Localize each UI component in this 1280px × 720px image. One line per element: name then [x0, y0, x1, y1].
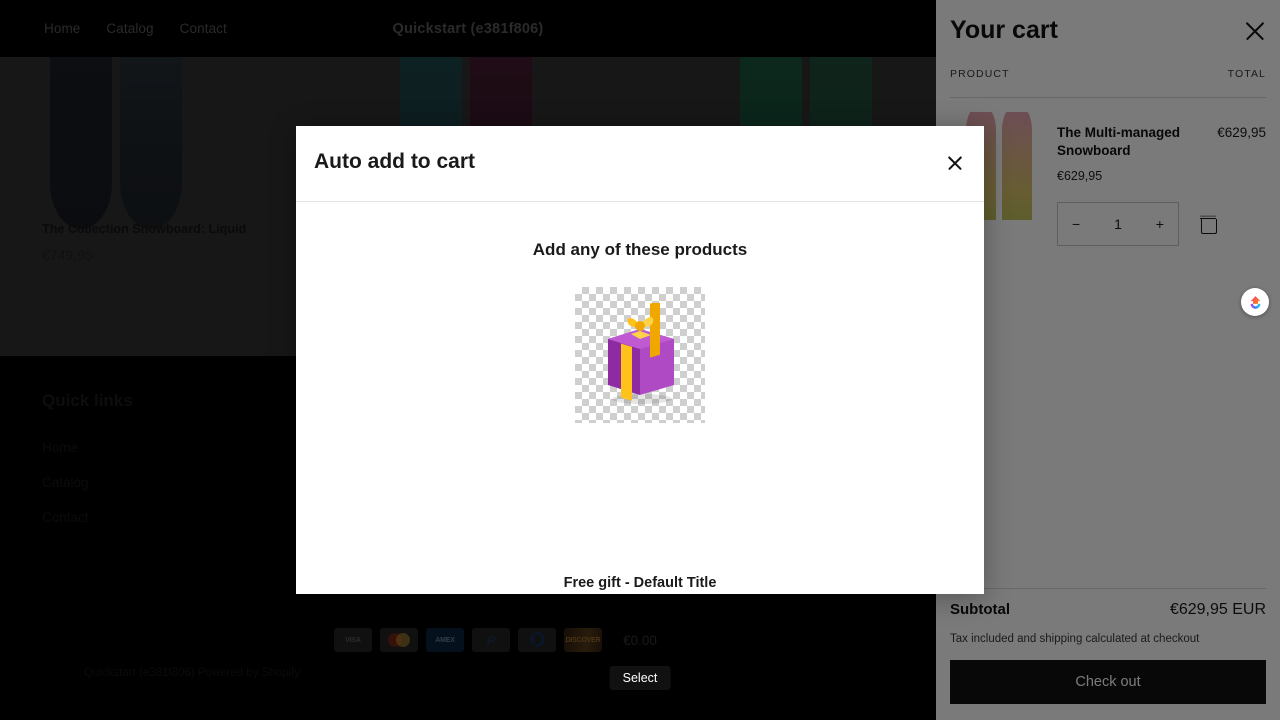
quantity-decrease-button[interactable]: − [1072, 216, 1080, 232]
modal-close-button[interactable] [942, 150, 968, 176]
cart-item-unit-price: €629,95 [1057, 169, 1103, 183]
quantity-stepper[interactable]: − 1 + [1057, 202, 1179, 246]
close-icon [1243, 19, 1267, 43]
gift-product-name: Free gift - Default Title [563, 575, 717, 591]
subtotal-value: €629,95 EUR [1169, 601, 1266, 618]
quantity-value[interactable]: 1 [1114, 216, 1122, 232]
subtotal-label: Subtotal [950, 601, 1010, 618]
app-launcher-badge[interactable] [1241, 288, 1269, 316]
cart-close-button[interactable] [1240, 16, 1270, 46]
cart-item-line-total: €629,95 [1217, 125, 1266, 140]
trash-icon[interactable] [1200, 216, 1217, 234]
cart-drawer: Your cart PRODUCT TOTAL The Multi-manage… [936, 0, 1280, 720]
gift-product-price: €0.00 [623, 633, 657, 648]
cart-item-name[interactable]: The Multi-managed Snowboard [1057, 124, 1197, 160]
checkout-button[interactable]: Check out [950, 660, 1266, 704]
cart-title: Your cart [950, 16, 1058, 44]
auto-add-to-cart-modal: Auto add to cart Add any of these produc… [296, 126, 984, 690]
cart-column-headers: PRODUCT TOTAL [950, 68, 1266, 80]
quantity-increase-button[interactable]: + [1156, 216, 1164, 232]
close-icon [946, 154, 964, 172]
modal-title: Auto add to cart [314, 150, 475, 173]
modal-subtitle: Add any of these products [532, 240, 748, 259]
gift-box-icon [608, 303, 674, 404]
tax-note: Tax included and shipping calculated at … [950, 633, 1200, 645]
select-gift-button[interactable]: Select [609, 666, 671, 690]
modal-header: Auto add to cart [296, 126, 984, 202]
cart-col-total: TOTAL [1227, 68, 1266, 80]
cart-footer-divider [950, 588, 1266, 589]
app-logo-icon [1250, 295, 1260, 309]
cart-divider [950, 97, 1266, 98]
cart-subtotal-row: Subtotal €629,95 EUR [950, 601, 1266, 619]
gift-product-image [575, 287, 705, 423]
cart-col-product: PRODUCT [950, 68, 1010, 80]
